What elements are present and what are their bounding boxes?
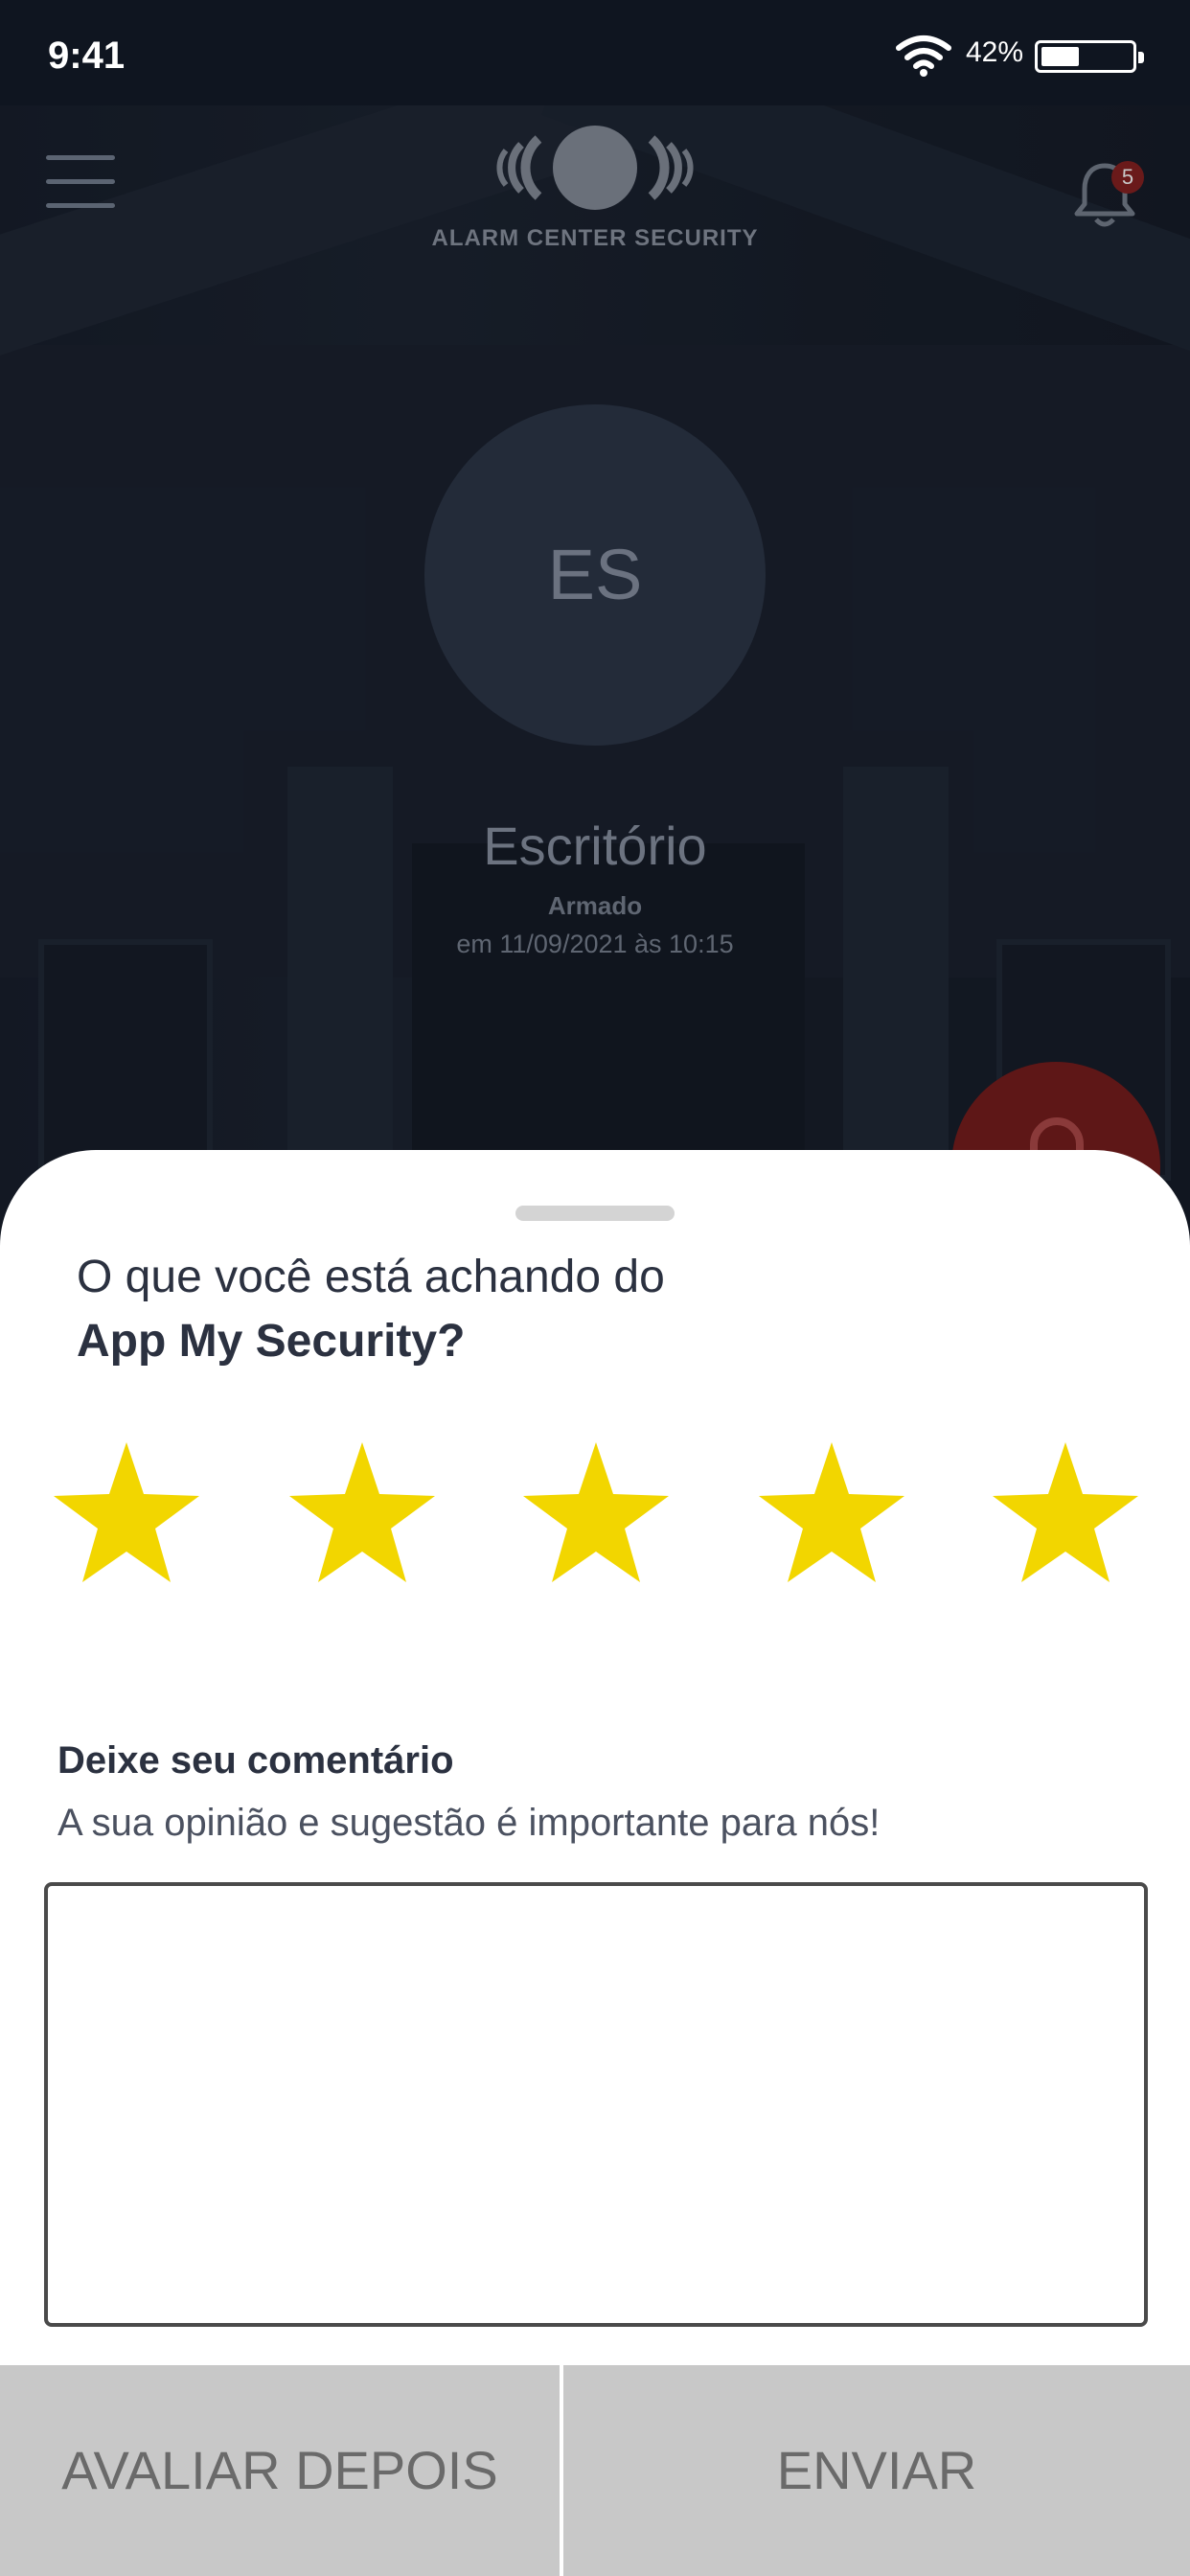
rating-app-name: App My Security? (77, 1316, 466, 1367)
status-bar: 9:41 42% (0, 0, 1190, 105)
comment-title: Deixe seu comentário (57, 1739, 454, 1782)
site-status-date: em 11/09/2021 às 10:15 (456, 930, 734, 958)
star-icon[interactable] (289, 1442, 435, 1586)
battery-fill (1041, 47, 1079, 66)
logo-text: ALARM CENTER SECURITY (431, 225, 759, 251)
sheet-drag-handle[interactable] (515, 1206, 675, 1221)
battery-percent: 42% (966, 36, 1024, 68)
site-status: Armado (547, 891, 643, 920)
star-icon[interactable] (54, 1442, 199, 1586)
rating-question: O que você está achando do (77, 1252, 665, 1302)
brand-logo: ALARM CENTER SECURITY (412, 120, 778, 264)
notification-badge: 5 (1111, 161, 1144, 194)
site-avatar: ES (424, 404, 766, 746)
battery-icon (1035, 40, 1144, 73)
site-name: Escritório (483, 816, 707, 876)
star-icon[interactable] (993, 1442, 1138, 1586)
comment-subtitle: A sua opinião e sugestão é importante pa… (57, 1802, 881, 1844)
star-icon[interactable] (759, 1442, 904, 1586)
menu-icon[interactable] (46, 155, 115, 209)
star-rating (0, 1442, 1190, 1596)
wifi-icon (896, 35, 951, 77)
send-button[interactable]: ENVIAR (563, 2365, 1190, 2576)
comment-textarea[interactable] (44, 1882, 1148, 2327)
status-time: 9:41 (48, 34, 126, 77)
rate-later-button[interactable]: AVALIAR DEPOIS (0, 2365, 560, 2576)
rating-bottom-sheet: O que você está achando do App My Securi… (0, 1150, 1190, 2576)
logo-mark (496, 126, 694, 210)
star-icon[interactable] (523, 1442, 669, 1586)
site-initials: ES (547, 535, 643, 614)
